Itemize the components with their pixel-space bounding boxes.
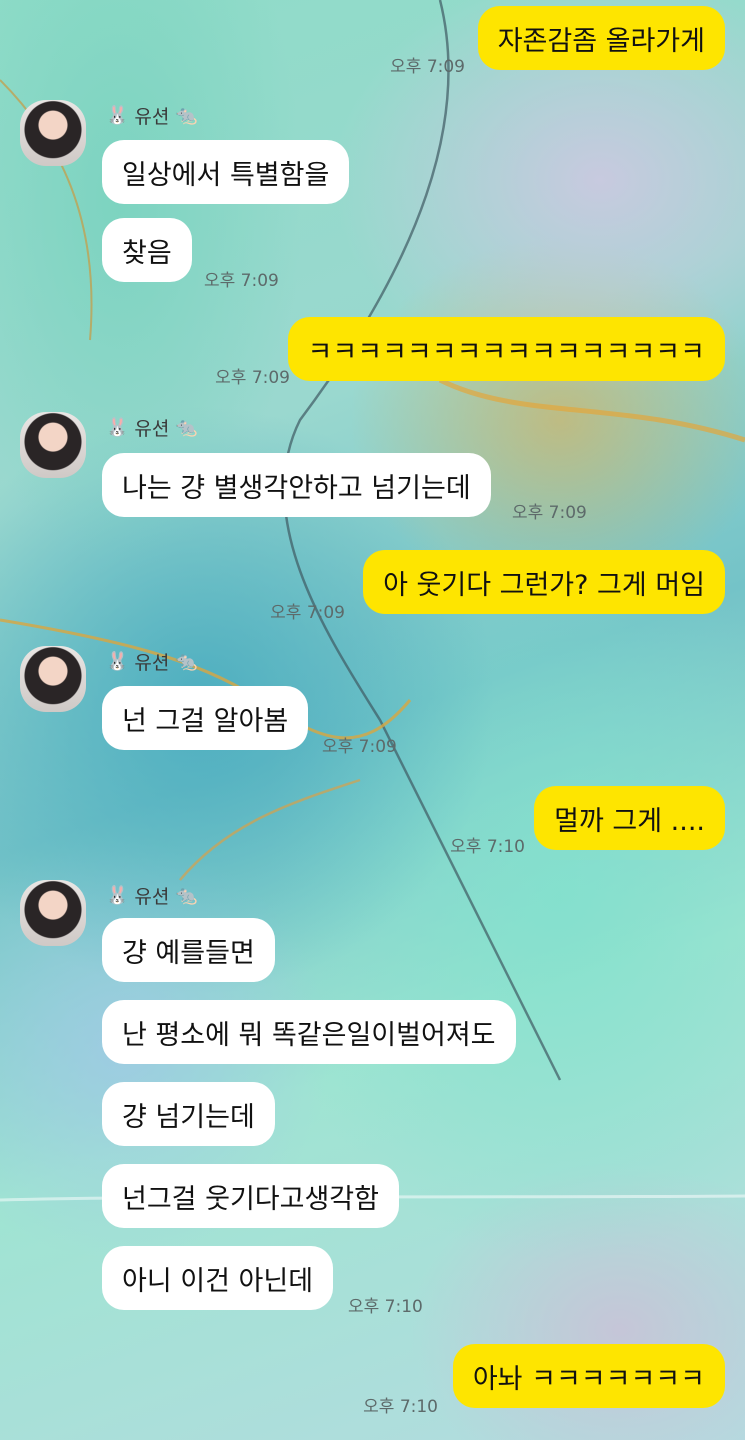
sender-name-row: 🐰 유션 🐀 — [106, 102, 198, 128]
message-timestamp: 오후 7:10 — [363, 1397, 438, 1417]
sender-avatar[interactable] — [20, 412, 86, 478]
message-timestamp: 오후 7:10 — [348, 1297, 423, 1317]
message-text: 나는 걍 별생각안하고 넘기는데 — [122, 472, 471, 504]
sender-name-row: 🐰 유션 🐀 — [106, 414, 198, 440]
message-text: 찾음 — [122, 237, 172, 269]
message-text: 아니 이건 아닌데 — [122, 1265, 314, 1297]
outgoing-message-bubble[interactable]: 멀까 그게 .... — [534, 786, 725, 850]
message-timestamp: 오후 7:10 — [450, 837, 525, 857]
sender-name: 유션 — [134, 105, 170, 128]
sender-name-row: 🐰 유션 🐀 — [106, 648, 198, 674]
incoming-message-bubble[interactable]: 넌그걸 웃기다고생각함 — [102, 1164, 399, 1228]
sender-name: 유션 — [134, 417, 170, 440]
message-timestamp: 오후 7:09 — [215, 368, 290, 388]
sender-name-row: 🐰 유션 🐀 — [106, 882, 198, 908]
incoming-message-bubble[interactable]: 난 평소에 뭐 똑같은일이벌어져도 — [102, 1000, 516, 1064]
message-timestamp: 오후 7:09 — [512, 503, 587, 523]
incoming-message-bubble[interactable]: 아니 이건 아닌데 — [102, 1246, 334, 1310]
message-timestamp: 오후 7:09 — [204, 271, 279, 291]
message-text: 자존감좀 올라가게 — [497, 25, 705, 57]
outgoing-message-bubble[interactable]: ㅋㅋㅋㅋㅋㅋㅋㅋㅋㅋㅋㅋㅋㅋㅋㅋ — [287, 317, 725, 381]
message-text: 아놔 ㅋㅋㅋㅋㅋㅋㅋ — [472, 1363, 705, 1395]
outgoing-message-bubble[interactable]: 아 웃기다 그런가? 그게 머임 — [363, 550, 725, 614]
rabbit-icon: 🐰 — [106, 104, 129, 126]
rabbit-icon: 🐰 — [106, 884, 129, 906]
incoming-message-bubble[interactable]: 일상에서 특별함을 — [102, 140, 350, 204]
message-timestamp: 오후 7:09 — [322, 737, 397, 757]
sender-name: 유션 — [134, 651, 170, 674]
sender-avatar[interactable] — [20, 880, 86, 946]
rabbit-icon: 🐰 — [106, 416, 129, 438]
rat-icon: 🐀 — [175, 650, 198, 672]
message-timestamp: 오후 7:09 — [270, 603, 345, 623]
message-text: ㅋㅋㅋㅋㅋㅋㅋㅋㅋㅋㅋㅋㅋㅋㅋㅋ — [307, 336, 705, 368]
incoming-message-bubble[interactable]: 나는 걍 별생각안하고 넘기는데 — [102, 453, 491, 517]
sender-name: 유션 — [134, 885, 170, 908]
message-text: 넌그걸 웃기다고생각함 — [122, 1183, 379, 1215]
rabbit-icon: 🐰 — [106, 650, 129, 672]
incoming-message-bubble[interactable]: 넌 그걸 알아봄 — [102, 686, 309, 750]
incoming-message-bubble[interactable]: 걍 예를들면 — [102, 918, 275, 982]
message-text: 아 웃기다 그런가? 그게 머임 — [383, 569, 705, 601]
message-text: 난 평소에 뭐 똑같은일이벌어져도 — [122, 1019, 496, 1051]
rat-icon: 🐀 — [175, 884, 198, 906]
message-text: 걍 예를들면 — [122, 937, 255, 969]
sender-avatar[interactable] — [20, 646, 86, 712]
message-text: 일상에서 특별함을 — [122, 159, 330, 191]
sender-avatar[interactable] — [20, 100, 86, 166]
message-text: 걍 넘기는데 — [122, 1101, 255, 1133]
incoming-message-bubble[interactable]: 찾음 — [102, 218, 192, 282]
message-text: 멀까 그게 .... — [554, 805, 705, 837]
outgoing-message-bubble[interactable]: 아놔 ㅋㅋㅋㅋㅋㅋㅋ — [452, 1344, 725, 1408]
rat-icon: 🐀 — [175, 104, 198, 126]
message-text: 넌 그걸 알아봄 — [122, 705, 289, 737]
outgoing-message-bubble[interactable]: 자존감좀 올라가게 — [477, 6, 725, 70]
rat-icon: 🐀 — [175, 416, 198, 438]
message-timestamp: 오후 7:09 — [390, 57, 465, 77]
incoming-message-bubble[interactable]: 걍 넘기는데 — [102, 1082, 275, 1146]
